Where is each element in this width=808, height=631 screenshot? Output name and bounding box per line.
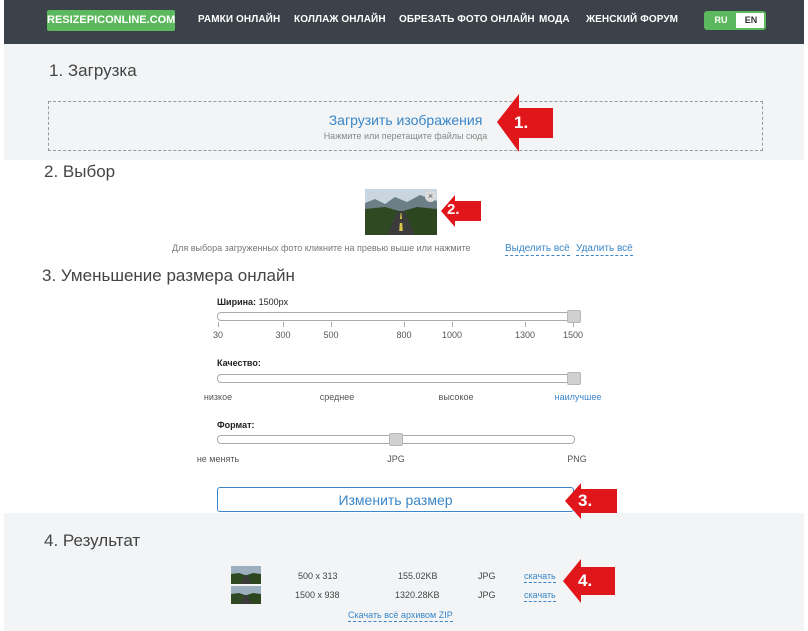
result-dimensions: 1500 x 938 [295, 590, 340, 600]
upload-dropzone[interactable]: Загрузить изображения Нажмите или перета… [48, 101, 763, 151]
resize-section-title: 3. Уменьшение размера онлайн [42, 266, 295, 285]
width-value: 1500px [258, 297, 289, 307]
width-label-text: Ширина: [217, 297, 257, 307]
width-tick [525, 322, 526, 327]
format-tick-label-selected[interactable]: JPG [387, 454, 405, 464]
nav-fashion[interactable]: МОДА [539, 14, 570, 25]
width-tick [573, 322, 574, 327]
download-zip-link[interactable]: Скачать всё архивом ZIP [348, 609, 453, 622]
width-slider[interactable] [217, 312, 575, 321]
width-tick-label[interactable]: 500 [323, 330, 338, 340]
result-filesize: 1320.28KB [395, 590, 440, 600]
width-tick-label[interactable]: 800 [396, 330, 411, 340]
site-logo[interactable]: RESIZEPICONLINE.COM [47, 10, 175, 31]
format-tick-label[interactable]: не менять [197, 454, 239, 464]
result-format: JPG [478, 590, 496, 600]
result-thumbnail [231, 586, 261, 604]
quality-tick-label[interactable]: высокое [439, 392, 474, 402]
format-tick-label[interactable]: PNG [567, 454, 587, 464]
select-all-link[interactable]: Выделить всё [505, 243, 570, 256]
upload-section-title: 1. Загрузка [49, 61, 137, 80]
download-link[interactable]: скачать [524, 589, 556, 602]
deselect-all-link[interactable]: Удалить всё [576, 243, 633, 256]
width-label: Ширина: 1500px [217, 297, 288, 307]
step-3-arrow-callout: 3. [565, 481, 619, 521]
callout-number: 4. [578, 571, 593, 590]
nav-crop-photo-online[interactable]: ОБРЕЗАТЬ ФОТО ОНЛАЙН [399, 14, 535, 25]
width-tick [331, 322, 332, 327]
result-thumbnail [231, 566, 261, 584]
step-4-arrow-callout: 4. [563, 557, 617, 605]
nav-frames-online[interactable]: РАМКИ ОНЛАЙН [198, 14, 280, 25]
road-landscape-image [231, 566, 261, 584]
quality-slider-handle[interactable] [567, 372, 581, 385]
width-tick [452, 322, 453, 327]
upload-images-link[interactable]: Загрузить изображения [49, 112, 762, 128]
road-landscape-image [231, 586, 261, 604]
width-tick-label[interactable]: 1500 [563, 330, 583, 340]
select-section-title: 2. Выбор [44, 162, 116, 181]
dropzone-hint: Нажмите или перетащите файлы сюда [323, 131, 488, 141]
width-tick-label[interactable]: 1000 [442, 330, 462, 340]
callout-number: 3. [578, 491, 593, 510]
resize-button[interactable]: Изменить размер [217, 487, 574, 512]
lang-en-button[interactable]: EN [736, 13, 764, 28]
quality-tick-label[interactable]: среднее [320, 392, 355, 402]
result-format: JPG [478, 571, 496, 581]
top-navbar: RESIZEPICONLINE.COM РАМКИ ОНЛАЙН КОЛЛАЖ … [4, 0, 804, 44]
select-hint-text: Для выбора загруженных фото кликните на … [172, 243, 471, 253]
width-tick-label[interactable]: 1300 [515, 330, 535, 340]
callout-number: 2. [447, 201, 460, 218]
quality-label: Качество: [217, 358, 261, 368]
nav-womens-forum[interactable]: ЖЕНСКИЙ ФОРУМ [586, 14, 678, 25]
format-slider-handle[interactable] [389, 433, 403, 446]
nav-collage-online[interactable]: КОЛЛАЖ ОНЛАЙН [294, 14, 386, 25]
result-section-title: 4. Результат [44, 531, 141, 550]
quality-slider[interactable] [217, 374, 575, 383]
language-switcher: RU EN [704, 11, 766, 30]
format-label: Формат: [217, 420, 255, 430]
width-tick-label[interactable]: 30 [213, 330, 223, 340]
result-filesize: 155.02KB [398, 571, 438, 581]
result-dimensions: 500 x 313 [298, 571, 338, 581]
width-tick [218, 322, 219, 327]
quality-tick-label-selected[interactable]: наилучшее [555, 392, 602, 402]
download-link[interactable]: скачать [524, 570, 556, 583]
quality-tick-label[interactable]: низкое [204, 392, 232, 402]
width-tick [283, 322, 284, 327]
callout-number: 1. [514, 113, 529, 132]
width-tick [404, 322, 405, 327]
lang-ru-button[interactable]: RU [706, 13, 736, 28]
remove-image-icon[interactable]: × [425, 191, 436, 202]
step-2-arrow-callout: 2. [441, 191, 485, 231]
step-1-arrow-callout: 1. [497, 90, 557, 154]
width-slider-handle[interactable] [567, 310, 581, 323]
width-tick-label[interactable]: 300 [275, 330, 290, 340]
